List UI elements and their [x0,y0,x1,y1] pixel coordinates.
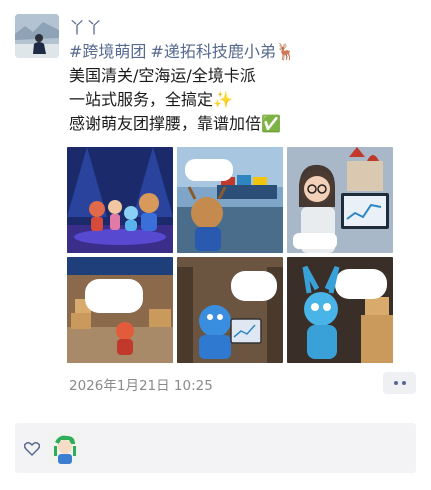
hashtag-line: #跨境萌团 #递拓科技鹿小弟🦌 [69,40,419,64]
image-woman-computer[interactable] [287,147,393,253]
more-dot [393,381,398,385]
more-dot [401,381,406,385]
image-grid [67,147,394,365]
more-options-button[interactable] [383,372,416,394]
hashtag-link[interactable]: #跨境萌团 [69,42,146,61]
image-warehouse-mascot[interactable] [67,257,173,363]
author-name[interactable]: 丫丫 [69,14,103,38]
image-tablet-mascot[interactable] [177,257,283,363]
image-blue-mascot[interactable] [287,257,393,363]
author-avatar[interactable] [15,14,59,58]
post-timestamp: 2026年1月21日 10:25 [69,378,213,394]
image-stage-characters[interactable] [67,147,173,253]
likes-panel [15,423,416,473]
post-text: #跨境萌团 #递拓科技鹿小弟🦌 美国清关/空海运/全境卡派 一站式服务，全搞定✨ … [69,40,419,136]
moments-post: 丫丫 #跨境萌团 #递拓科技鹿小弟🦌 美国清关/空海运/全境卡派 一站式服务，全搞… [0,0,431,490]
liker-avatar[interactable] [49,432,81,464]
hashtag-link[interactable]: #递拓科技鹿小弟🦌 [150,42,295,61]
image-deer-port[interactable] [177,147,283,253]
post-text-line: 美国清关/空海运/全境卡派 [69,66,256,85]
post-text-line: 感谢萌友团撑腰，靠谱加倍✅ [69,114,281,133]
post-text-line: 一站式服务，全搞定✨ [69,90,233,109]
heart-icon [23,441,41,460]
